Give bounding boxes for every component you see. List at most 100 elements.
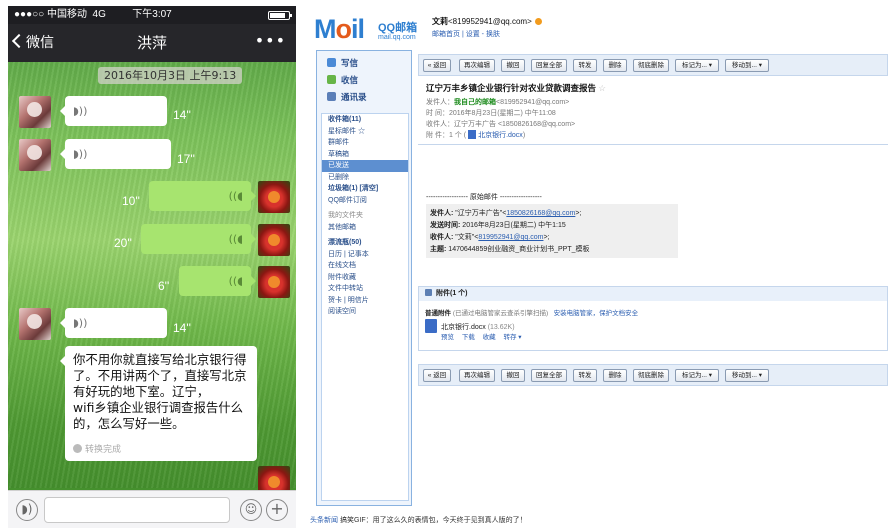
move-to-dropdown[interactable]: 移动到... ▾	[725, 369, 769, 382]
home-link[interactable]: 邮箱首页	[432, 31, 460, 38]
voice-wave-icon: ((◖	[228, 274, 243, 288]
receive-button[interactable]: 收信	[327, 72, 411, 89]
move-to-dropdown[interactable]: 移动到... ▾	[725, 59, 769, 72]
my-folders[interactable]: 我的文件夹	[322, 210, 408, 222]
voice-wave-icon: ◗))	[73, 316, 88, 330]
paperclip-icon	[425, 289, 432, 296]
mark-as-dropdown[interactable]: 标记为... ▾	[675, 369, 719, 382]
attachments-header: 附件(1 个)	[419, 287, 887, 301]
voice-message[interactable]: ◗))	[60, 96, 167, 126]
voice-wave-icon: ◗))	[73, 147, 88, 161]
folder-spam[interactable]: 垃圾箱(1) [清空]	[322, 183, 408, 195]
back-button[interactable]: « 返回	[423, 59, 451, 72]
voice-toggle-icon[interactable]: ◗)	[16, 499, 38, 521]
contacts-button[interactable]: 通讯录	[327, 89, 411, 106]
contact-avatar[interactable]	[19, 96, 51, 128]
wechat-chat-screen: ●●●○○ 中国移动 4G 下午3:07 微信 洪萍 ••• 2016年10月3…	[8, 6, 296, 528]
original-mail-box: 发件人: "辽宁万丰广告"<1850826168@qq.com>; 发送时间: …	[426, 204, 678, 258]
online-docs[interactable]: 在线文档	[322, 260, 408, 272]
file-transfer[interactable]: 文件中转站	[322, 283, 408, 295]
voice-message[interactable]: ((◖	[149, 181, 256, 211]
cards-postcards[interactable]: 贺卡 | 明信片	[322, 295, 408, 307]
folder-group[interactable]: 群邮件	[322, 137, 408, 149]
skin-link[interactable]: 换肤	[486, 31, 500, 38]
voice-wave-icon: ((◖	[228, 232, 243, 246]
compose-icon	[327, 58, 336, 67]
email-subject: 辽宁万丰乡镇企业银行针对农业贷款调查报告 ☆	[426, 83, 607, 93]
delete-button[interactable]: 删除	[603, 369, 627, 382]
docx-icon	[468, 130, 477, 139]
voice-message[interactable]: ((◖	[179, 266, 256, 296]
chat-title: 洪萍	[136, 34, 167, 52]
voice-duration: 10''	[122, 194, 140, 208]
recall-button[interactable]: 撤回	[501, 369, 525, 382]
voice-duration: 6''	[158, 279, 170, 293]
reply-all-button[interactable]: 回复全部	[531, 369, 567, 382]
folder-list: 收件箱(11) 星标邮件 ☆ 群邮件 草稿箱 已发送 已删除 垃圾箱(1) [清…	[321, 113, 409, 501]
download-link[interactable]: 下载	[462, 334, 475, 341]
original-time: 发送时间: 2016年8月23日(星期二) 中午1:15	[430, 222, 566, 229]
attachment-actions: 预览 下载 收藏 转存 ▾	[441, 331, 528, 341]
security-link[interactable]: 安装电脑管家，保护文档安全	[554, 310, 639, 317]
chat-navbar: 微信 洪萍 •••	[8, 24, 296, 62]
voice-wave-icon: ◗))	[73, 104, 88, 118]
chat-input-bar: ◗) ☺ +	[8, 490, 296, 528]
status-dot-icon	[534, 18, 542, 25]
save-to-link[interactable]: 转存 ▾	[503, 334, 521, 341]
forward-button[interactable]: 转发	[573, 369, 597, 382]
settings-link[interactable]: 设置	[466, 31, 480, 38]
delete-button[interactable]: 删除	[603, 59, 627, 72]
status-time: 下午3:07	[132, 9, 172, 20]
folder-starred[interactable]: 星标邮件 ☆	[322, 126, 408, 138]
battery-icon	[268, 11, 292, 20]
folder-subscriptions[interactable]: QQ邮件订阅	[322, 195, 408, 207]
drift-bottle[interactable]: 漂流瓶(50)	[322, 237, 408, 249]
logo-url: mail.qq.com	[378, 34, 416, 41]
news-ticker[interactable]: 头条新闻 搞笑GIF：用了这么久的表情包，今天终于见到真人版的了！	[308, 514, 892, 528]
message-input[interactable]	[44, 497, 230, 523]
preview-link[interactable]: 预览	[441, 334, 454, 341]
voice-to-text-message[interactable]: 你不用你就直接写给北京银行得了。不用讲两个了，直接写北京有好玩的地下室。辽宁， …	[60, 346, 257, 461]
my-avatar[interactable]	[258, 181, 290, 213]
my-avatar[interactable]	[258, 224, 290, 256]
email-from: 发件人：我自己的邮箱<819952941@qq.com>	[426, 99, 570, 106]
folder-deleted[interactable]: 已删除	[322, 172, 408, 184]
voice-message[interactable]: ((◖	[141, 224, 256, 254]
other-mailboxes[interactable]: 其他邮箱	[322, 222, 408, 234]
re-edit-button[interactable]: 再次编辑	[459, 59, 495, 72]
qq-mail-window: Moil QQ邮箱 mail.qq.com 文莉<819952941@qq.co…	[308, 6, 892, 528]
voice-duration: 17''	[177, 152, 195, 166]
mail-sidebar: 写信 收信 通讯录 收件箱(11) 星标邮件 ☆ 群邮件 草稿箱 已发送 已删除…	[316, 50, 412, 506]
folder-sent[interactable]: 已发送	[322, 160, 408, 172]
re-edit-button[interactable]: 再次编辑	[459, 369, 495, 382]
recall-button[interactable]: 撤回	[501, 59, 525, 72]
chat-timestamp: 2016年10月3日 上午9:13	[98, 67, 243, 84]
attachment-link[interactable]: 北京银行.docx	[478, 132, 523, 139]
compose-button[interactable]: 写信	[327, 55, 411, 72]
header-divider	[418, 144, 888, 145]
attachment-favorites[interactable]: 附件收藏	[322, 272, 408, 284]
mark-as-dropdown[interactable]: 标记为... ▾	[675, 59, 719, 72]
more-options-button[interactable]: •••	[255, 24, 286, 58]
qq-mail-logo[interactable]: Moil QQ邮箱 mail.qq.com	[314, 14, 424, 46]
voice-message[interactable]: ◗))	[60, 139, 171, 169]
reading-space[interactable]: 阅读空间	[322, 306, 408, 318]
screenshot-composite: ●●●○○ 中国移动 4G 下午3:07 微信 洪萍 ••• 2016年10月3…	[0, 0, 896, 532]
my-avatar[interactable]	[258, 266, 290, 298]
reply-all-button[interactable]: 回复全部	[531, 59, 567, 72]
favorite-link[interactable]: 收藏	[483, 334, 496, 341]
back-button[interactable]: « 返回	[423, 369, 451, 382]
calendar-notes[interactable]: 日历 | 记事本	[322, 249, 408, 261]
contact-avatar[interactable]	[19, 139, 51, 171]
star-icon[interactable]: ☆	[598, 83, 606, 93]
forward-button[interactable]: 转发	[573, 59, 597, 72]
emoji-icon[interactable]: ☺	[240, 499, 262, 521]
folder-inbox[interactable]: 收件箱(11)	[322, 114, 408, 126]
folder-drafts[interactable]: 草稿箱	[322, 149, 408, 161]
plus-icon[interactable]: +	[266, 499, 288, 521]
contact-avatar[interactable]	[19, 308, 51, 340]
sidebar-actions: 写信 收信 通讯录	[317, 51, 411, 108]
voice-message[interactable]: ◗))	[60, 308, 167, 338]
permanent-delete-button[interactable]: 彻底删除	[633, 59, 669, 72]
permanent-delete-button[interactable]: 彻底删除	[633, 369, 669, 382]
